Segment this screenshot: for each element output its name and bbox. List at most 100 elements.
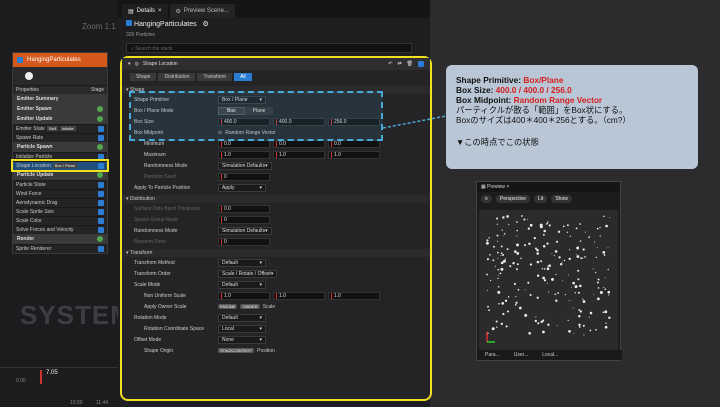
perspective-button[interactable]: Perspective xyxy=(495,195,531,203)
close-icon[interactable]: × xyxy=(158,8,162,14)
dropdown[interactable]: Default ▾ xyxy=(218,258,266,267)
filter-transform[interactable]: Transform xyxy=(197,73,233,81)
enable-checkbox[interactable] xyxy=(98,218,104,224)
enable-checkbox[interactable] xyxy=(98,163,104,169)
search-input[interactable]: ⌕ Search the stack xyxy=(126,43,412,53)
dropdown[interactable]: Simulation Defaults ▾ xyxy=(218,226,272,235)
stage-header[interactable]: Particle Update xyxy=(13,170,107,180)
number-field[interactable]: 1.0 xyxy=(273,150,325,159)
stage-header[interactable]: Emitter Update xyxy=(13,114,107,124)
number-field[interactable]: 1.0 xyxy=(218,150,270,159)
shuffle-icon[interactable]: ⇄ xyxy=(397,61,401,67)
module-row[interactable]: Aerodynamic Drag xyxy=(13,198,107,207)
module-row[interactable]: Wind Force xyxy=(13,189,107,198)
stage-header[interactable]: Emitter Spawn xyxy=(13,104,107,114)
preview-tab[interactable]: ▦ Preview × xyxy=(477,182,620,192)
section-header[interactable]: ▾ Distribution xyxy=(122,195,430,203)
module-row[interactable]: Initialize Particle xyxy=(13,152,107,161)
playhead[interactable] xyxy=(40,370,42,384)
enable-checkbox[interactable] xyxy=(98,200,104,206)
number-field[interactable]: 0 xyxy=(218,237,270,246)
particle xyxy=(599,226,601,229)
stage-header[interactable]: Emitter Summary xyxy=(13,94,107,104)
enable-checkbox[interactable] xyxy=(418,61,424,67)
filter-all[interactable]: All xyxy=(234,73,252,81)
number-field[interactable]: 1.0 xyxy=(218,291,270,300)
module-label: Sprite Renderer xyxy=(16,246,52,252)
module-row[interactable]: Scale Color xyxy=(13,216,107,225)
parameter-pill[interactable]: OWNER xyxy=(240,304,260,309)
add-icon[interactable] xyxy=(97,236,103,242)
add-icon[interactable] xyxy=(97,116,103,122)
module-row[interactable]: Scale Sprite Size xyxy=(13,207,107,216)
timeline[interactable]: 7.05 0.00 10.50 11.44 xyxy=(0,367,118,407)
module-row[interactable]: Sprite Renderer xyxy=(13,244,107,253)
stage-tab[interactable]: Stage xyxy=(91,87,104,93)
menu-icon[interactable]: ≡ xyxy=(481,195,492,203)
parameter-pill[interactable]: STACKCONTEXT xyxy=(218,348,255,353)
enable-checkbox[interactable] xyxy=(98,191,104,197)
preview-window: ▦ Preview × ≡ Perspective Lit Show Para.… xyxy=(476,181,622,361)
tab-details[interactable]: ▤ Details × xyxy=(122,4,168,18)
number-field[interactable]: 0 xyxy=(218,215,270,224)
reset-icon[interactable]: ↶ xyxy=(388,61,392,67)
dropdown[interactable]: Simulation Defaults ▾ xyxy=(218,161,272,170)
filter-shape[interactable]: Shape xyxy=(130,73,157,81)
dropdown[interactable]: Local ▾ xyxy=(218,324,266,333)
gear-icon[interactable]: ⚙ xyxy=(202,21,208,28)
show-button[interactable]: Show xyxy=(551,195,572,203)
stage-label: Emitter Spawn xyxy=(17,106,52,112)
enable-checkbox[interactable] xyxy=(98,126,104,132)
lit-button[interactable]: Lit xyxy=(534,195,548,203)
collapse-icon[interactable]: ▾ xyxy=(128,61,131,67)
footer-tab[interactable]: Para... xyxy=(485,352,500,358)
emitter-header[interactable]: HangingParticulates xyxy=(13,53,107,67)
number-field[interactable]: 1.0 xyxy=(328,150,380,159)
add-icon[interactable] xyxy=(97,144,103,150)
property-value: 0 xyxy=(218,215,270,224)
module-row[interactable]: Spawn Rate xyxy=(13,133,107,142)
section-header[interactable]: ▾ Transform xyxy=(122,249,430,257)
stage-header[interactable]: Render xyxy=(13,234,107,244)
dropdown[interactable]: Scale / Rotate / Offset ▾ xyxy=(218,269,278,278)
number-field[interactable]: 1.0 xyxy=(273,291,325,300)
enable-checkbox[interactable] xyxy=(17,57,23,63)
delete-icon[interactable]: 🗑 xyxy=(407,61,413,67)
footer-tab[interactable]: User... xyxy=(514,352,528,358)
enable-checkbox[interactable] xyxy=(98,182,104,188)
module-row[interactable]: Emitter State Self Infinite xyxy=(13,124,107,133)
dropdown[interactable]: None ▾ xyxy=(218,335,266,344)
footer-tab[interactable]: Local... xyxy=(542,352,558,358)
number-field[interactable]: 1.0 xyxy=(328,291,380,300)
particle xyxy=(569,249,571,251)
particle xyxy=(497,277,499,280)
number-field[interactable]: 0 xyxy=(218,172,270,181)
close-icon[interactable]: × xyxy=(506,184,509,190)
tab-preview-scene[interactable]: ⚙ Preview Scene... xyxy=(169,4,235,18)
enable-checkbox[interactable] xyxy=(98,135,104,141)
enable-checkbox[interactable] xyxy=(98,227,104,233)
property-value: 1.0 1.0 1.0 xyxy=(218,291,380,300)
enable-checkbox[interactable] xyxy=(98,154,104,160)
particle xyxy=(497,290,501,294)
parameter-pill[interactable]: ENGINE xyxy=(218,304,238,309)
dropdown[interactable]: Default ▾ xyxy=(218,280,266,289)
properties-tab[interactable]: Properties xyxy=(16,87,39,93)
stage-label: Particle Spawn xyxy=(17,144,53,150)
enable-checkbox[interactable] xyxy=(98,209,104,215)
add-icon[interactable] xyxy=(97,106,103,112)
dropdown[interactable]: Default ▾ xyxy=(218,313,266,322)
module-row[interactable]: Solve Forces and Velocity xyxy=(13,225,107,234)
particle xyxy=(608,316,611,320)
emitter-node[interactable]: HangingParticulates Properties Stage Emi… xyxy=(11,52,109,254)
dropdown[interactable]: Apply ▾ xyxy=(218,183,266,192)
stage-header[interactable]: Particle Spawn xyxy=(13,142,107,152)
module-row[interactable]: Shape Location Box / Plane xyxy=(11,159,109,172)
preview-viewport[interactable] xyxy=(479,210,618,352)
panel-header[interactable]: ▾ ◎ Shape Location ↶ ⇄ 🗑 xyxy=(122,58,430,70)
filter-distribution[interactable]: Distribution xyxy=(158,73,196,81)
enable-checkbox[interactable] xyxy=(98,246,104,252)
number-field[interactable]: 0.0 xyxy=(218,204,270,213)
module-row[interactable]: Particle State xyxy=(13,180,107,189)
add-icon[interactable] xyxy=(97,172,103,178)
